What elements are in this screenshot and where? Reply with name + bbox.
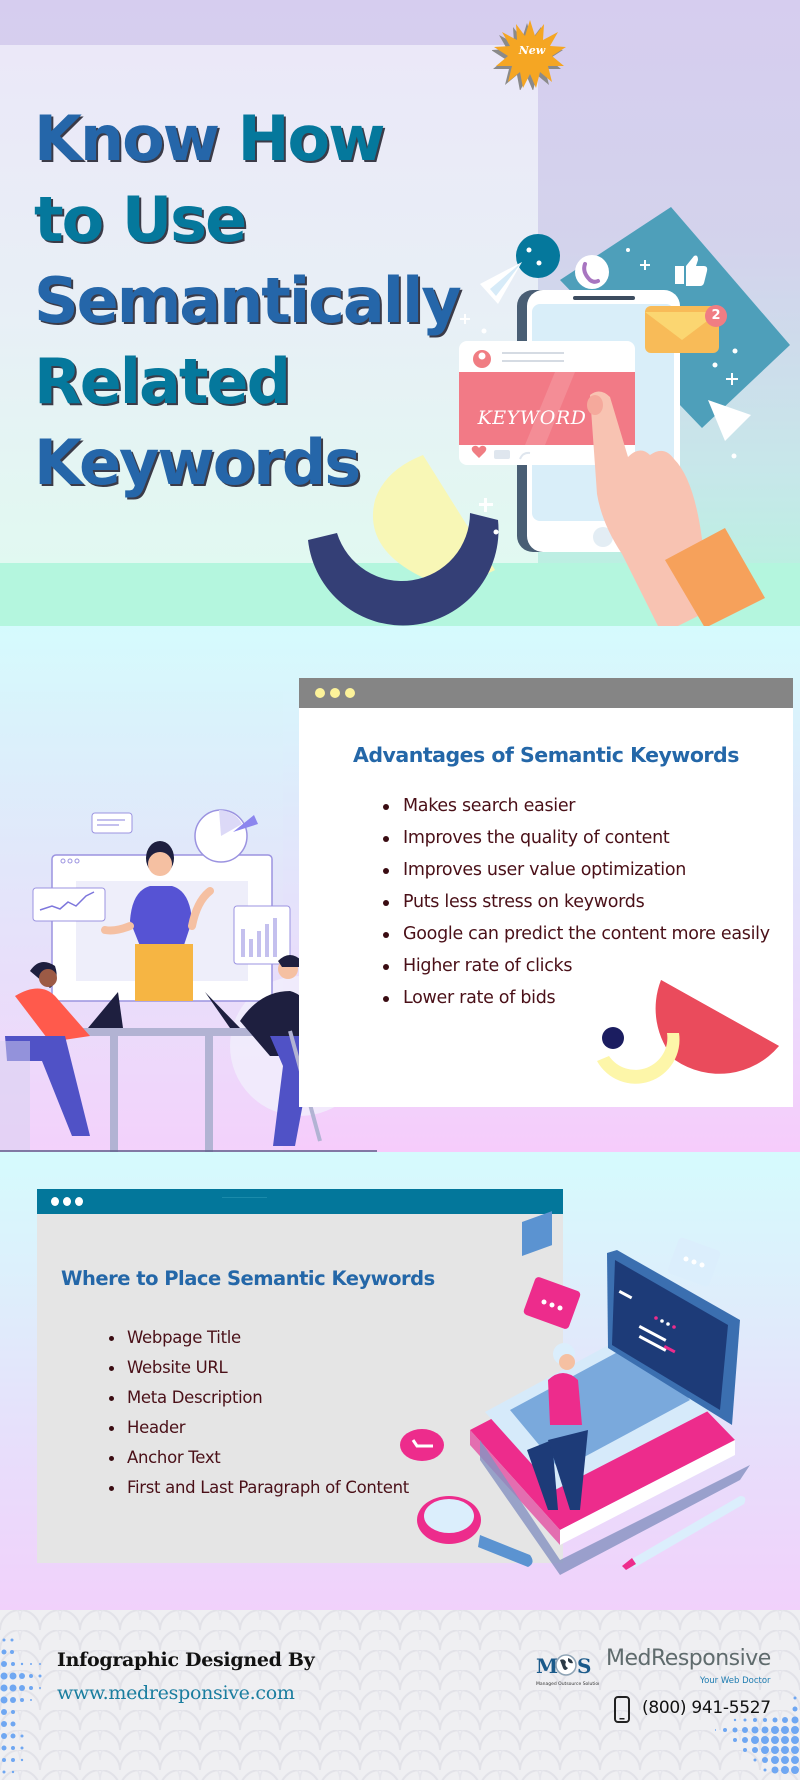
paper-plane-icon <box>708 400 751 441</box>
abstract-shapes-decoration <box>597 980 779 1084</box>
placement-list: Webpage Title Website URL Meta Descripti… <box>109 1323 409 1503</box>
keyword-card-label: KEYWORD <box>477 407 587 429</box>
window-dot-icon <box>345 688 355 698</box>
mobile-phone-icon <box>614 1696 630 1723</box>
phone-number[interactable]: (800) 941-5527 <box>642 1698 771 1718</box>
list-item: Improves the quality of content <box>383 822 770 854</box>
hero-section: New Know How to Use Semantically Related… <box>0 0 800 626</box>
mos-logo-m: M <box>536 1654 558 1678</box>
mail-notification-badge: 2 <box>705 305 727 327</box>
window-dot-icon <box>51 1197 59 1206</box>
advantages-section: Advantages of Semantic Keywords Makes se… <box>0 626 800 1152</box>
window-dot-icon <box>315 688 325 698</box>
list-item: Meta Description <box>109 1383 409 1413</box>
window-dot-icon <box>330 688 340 698</box>
title-word: Know <box>34 102 238 175</box>
mos-logo-s: S <box>577 1654 591 1678</box>
sitting-person <box>548 1373 582 1425</box>
titlebar-line <box>222 1197 267 1198</box>
globe-icon <box>555 1654 577 1676</box>
line-chart-card <box>32 887 106 922</box>
halftone-dots-left <box>0 1638 42 1774</box>
placement-section: Where to Place Semantic Keywords Webpage… <box>0 1152 800 1610</box>
list-item: First and Last Paragraph of Content <box>109 1473 409 1503</box>
placement-heading: Where to Place Semantic Keywords <box>61 1267 435 1290</box>
mos-logo-subtext: Managed Outsource Solutions <box>536 1681 599 1687</box>
list-item: Makes search easier <box>383 790 770 822</box>
list-item: Header <box>109 1413 409 1443</box>
list-item: Webpage Title <box>109 1323 409 1353</box>
brand-tagline: Your Web Doctor <box>700 1676 771 1686</box>
title-word: How <box>237 102 386 175</box>
footer: Infographic Designed By www.medresponsiv… <box>0 1610 800 1780</box>
website-link[interactable]: www.medresponsive.com <box>57 1682 295 1704</box>
advantages-heading: Advantages of Semantic Keywords <box>353 743 739 767</box>
navy-dot-shape <box>602 1027 624 1049</box>
brand-name: MedResponsive <box>606 1646 771 1671</box>
list-item: Website URL <box>109 1353 409 1383</box>
mos-logo: M S Managed Outsource Solutions <box>536 1654 599 1687</box>
laptop-books-illustration <box>400 1211 750 1575</box>
chat-bubble-icon <box>91 812 133 834</box>
advantages-card-titlebar <box>299 678 793 708</box>
advantages-card: Advantages of Semantic Keywords Makes se… <box>299 678 793 1107</box>
window-dot-icon <box>75 1197 83 1206</box>
navy-circle-icon <box>516 234 560 278</box>
list-item: Anchor Text <box>109 1443 409 1473</box>
list-item: Improves user value optimization <box>383 854 770 886</box>
designed-by-label: Infographic Designed By <box>57 1649 315 1671</box>
window-dot-icon <box>63 1197 71 1206</box>
list-item: Google can predict the content more easi… <box>383 918 770 950</box>
presenter-shirt <box>130 886 192 951</box>
title-line-1: Know How <box>34 98 494 179</box>
list-item: Puts less stress on keywords <box>383 886 770 918</box>
phone-call-icon <box>575 255 609 289</box>
new-badge-label: New <box>518 44 546 57</box>
